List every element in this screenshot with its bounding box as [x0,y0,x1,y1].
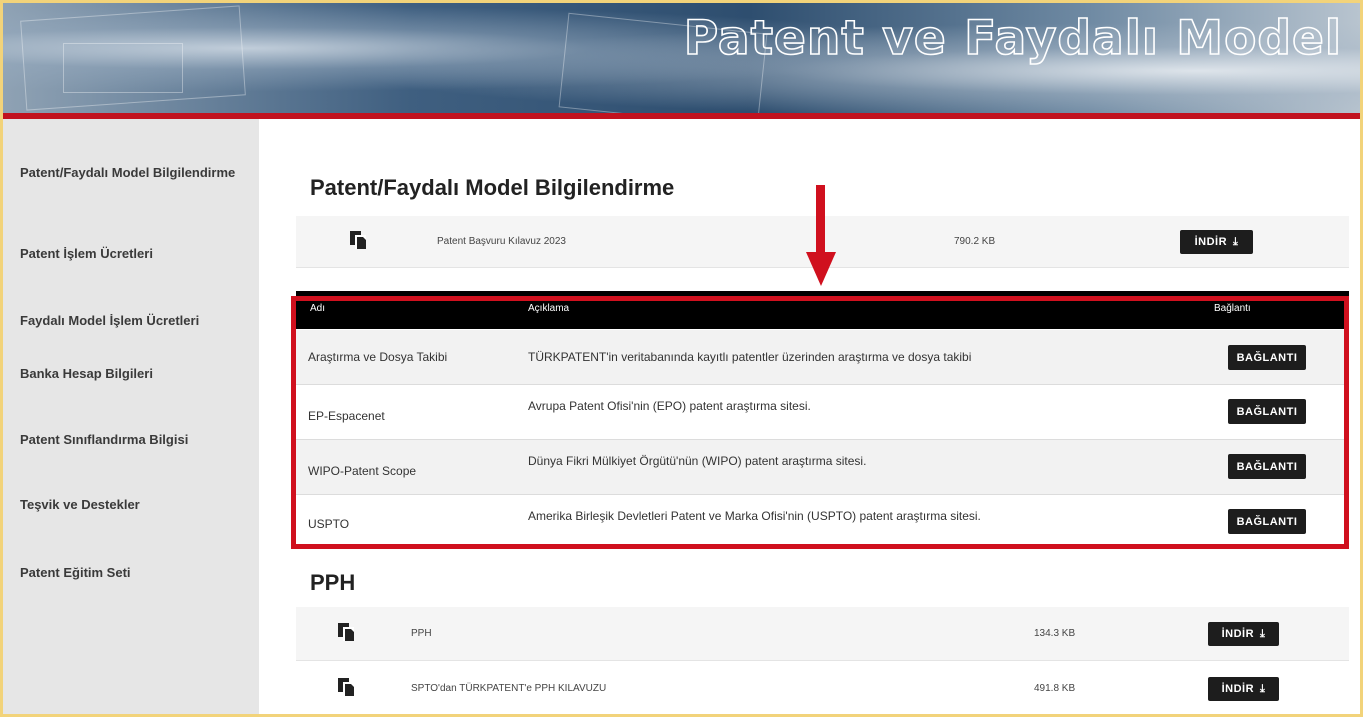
sidebar-item-patent-egitim-seti[interactable]: Patent Eğitim Seti [20,565,240,581]
arrow-down-icon [816,185,825,255]
download-icon: ⤓ [1233,235,1239,248]
download-button-label: İNDİR [1221,628,1255,640]
file-copy-icon [338,678,354,696]
arrow-down-head [806,252,836,286]
column-header-link: Bağlantı [1214,303,1251,314]
row-name: USPTO [308,517,350,531]
download-icon: ⤓ [1260,627,1266,640]
table-row: WIPO-Patent Scope Dünya Fikri Mülkiyet Ö… [296,440,1349,495]
link-button[interactable]: BAĞLANTI [1228,509,1306,534]
row-description: Dünya Fikri Mülkiyet Örgütü'nün (WIPO) p… [528,454,867,468]
column-header-name: Adı [310,303,326,314]
download-button[interactable]: İNDİR ⤓ [1208,677,1279,701]
download-button[interactable]: İNDİR ⤓ [1180,230,1253,254]
row-name: EP-Espacenet [308,409,385,423]
download-icon: ⤓ [1260,682,1266,695]
banner-title: Patent ve Faydalı Model [683,10,1342,67]
sidebar-item-patent-siniflandirma[interactable]: Patent Sınıflandırma Bilgisi [20,432,240,448]
sidebar-item-patent-bilgilendirme[interactable]: Patent/Faydalı Model Bilgilendirme [20,165,240,181]
download-row: PPH 134.3 KB İNDİR ⤓ [296,607,1349,661]
sidebar [3,119,259,717]
link-button[interactable]: BAĞLANTI [1228,345,1306,370]
row-description: Avrupa Patent Ofisi'nin (EPO) patent ara… [528,399,811,413]
download-button[interactable]: İNDİR ⤓ [1208,622,1279,646]
section-title-pph: PPH [310,570,356,595]
file-name: Patent Başvuru Kılavuz 2023 [437,236,566,247]
file-size: 491.8 KB [1034,683,1076,694]
table-header: Adı Açıklama Bağlantı [296,291,1349,329]
row-description: TÜRKPATENT'in veritabanında kayıtlı pate… [528,350,972,364]
row-name: WIPO-Patent Scope [308,464,417,478]
table-row: USPTO Amerika Birleşik Devletleri Patent… [296,495,1349,550]
link-button[interactable]: BAĞLANTI [1228,399,1306,424]
sidebar-item-tesvik-ve-destekler[interactable]: Teşvik ve Destekler [20,497,240,513]
table-row: EP-Espacenet Avrupa Patent Ofisi'nin (EP… [296,385,1349,440]
file-size: 790.2 KB [954,236,996,247]
file-copy-icon [350,231,366,249]
table-row: Araştırma ve Dosya Takibi TÜRKPATENT'in … [296,330,1349,385]
file-size: 134.3 KB [1034,628,1076,639]
column-header-description: Açıklama [528,303,570,314]
file-name: SPTO'dan TÜRKPATENT'e PPH KILAVUZU [411,683,607,694]
row-name: Araştırma ve Dosya Takibi [308,350,448,364]
banner-decoration [63,43,183,93]
header-banner: Patent ve Faydalı Model [3,3,1360,116]
sidebar-item-patent-islem-ucretleri[interactable]: Patent İşlem Ücretleri [20,246,240,262]
link-button[interactable]: BAĞLANTI [1228,454,1306,479]
download-button-label: İNDİR [1194,236,1228,248]
download-button-label: İNDİR [1221,683,1255,695]
file-copy-icon [338,623,354,641]
download-row: SPTO'dan TÜRKPATENT'e PPH KILAVUZU 491.8… [296,662,1349,716]
section-title-bilgilendirme: Patent/Faydalı Model Bilgilendirme [310,175,675,200]
sidebar-item-banka-hesap-bilgileri[interactable]: Banka Hesap Bilgileri [20,366,240,382]
sidebar-item-faydali-model-islem-ucretleri[interactable]: Faydalı Model İşlem Ücretleri [20,313,240,329]
file-name: PPH [411,628,432,639]
row-description: Amerika Birleşik Devletleri Patent ve Ma… [528,509,981,523]
